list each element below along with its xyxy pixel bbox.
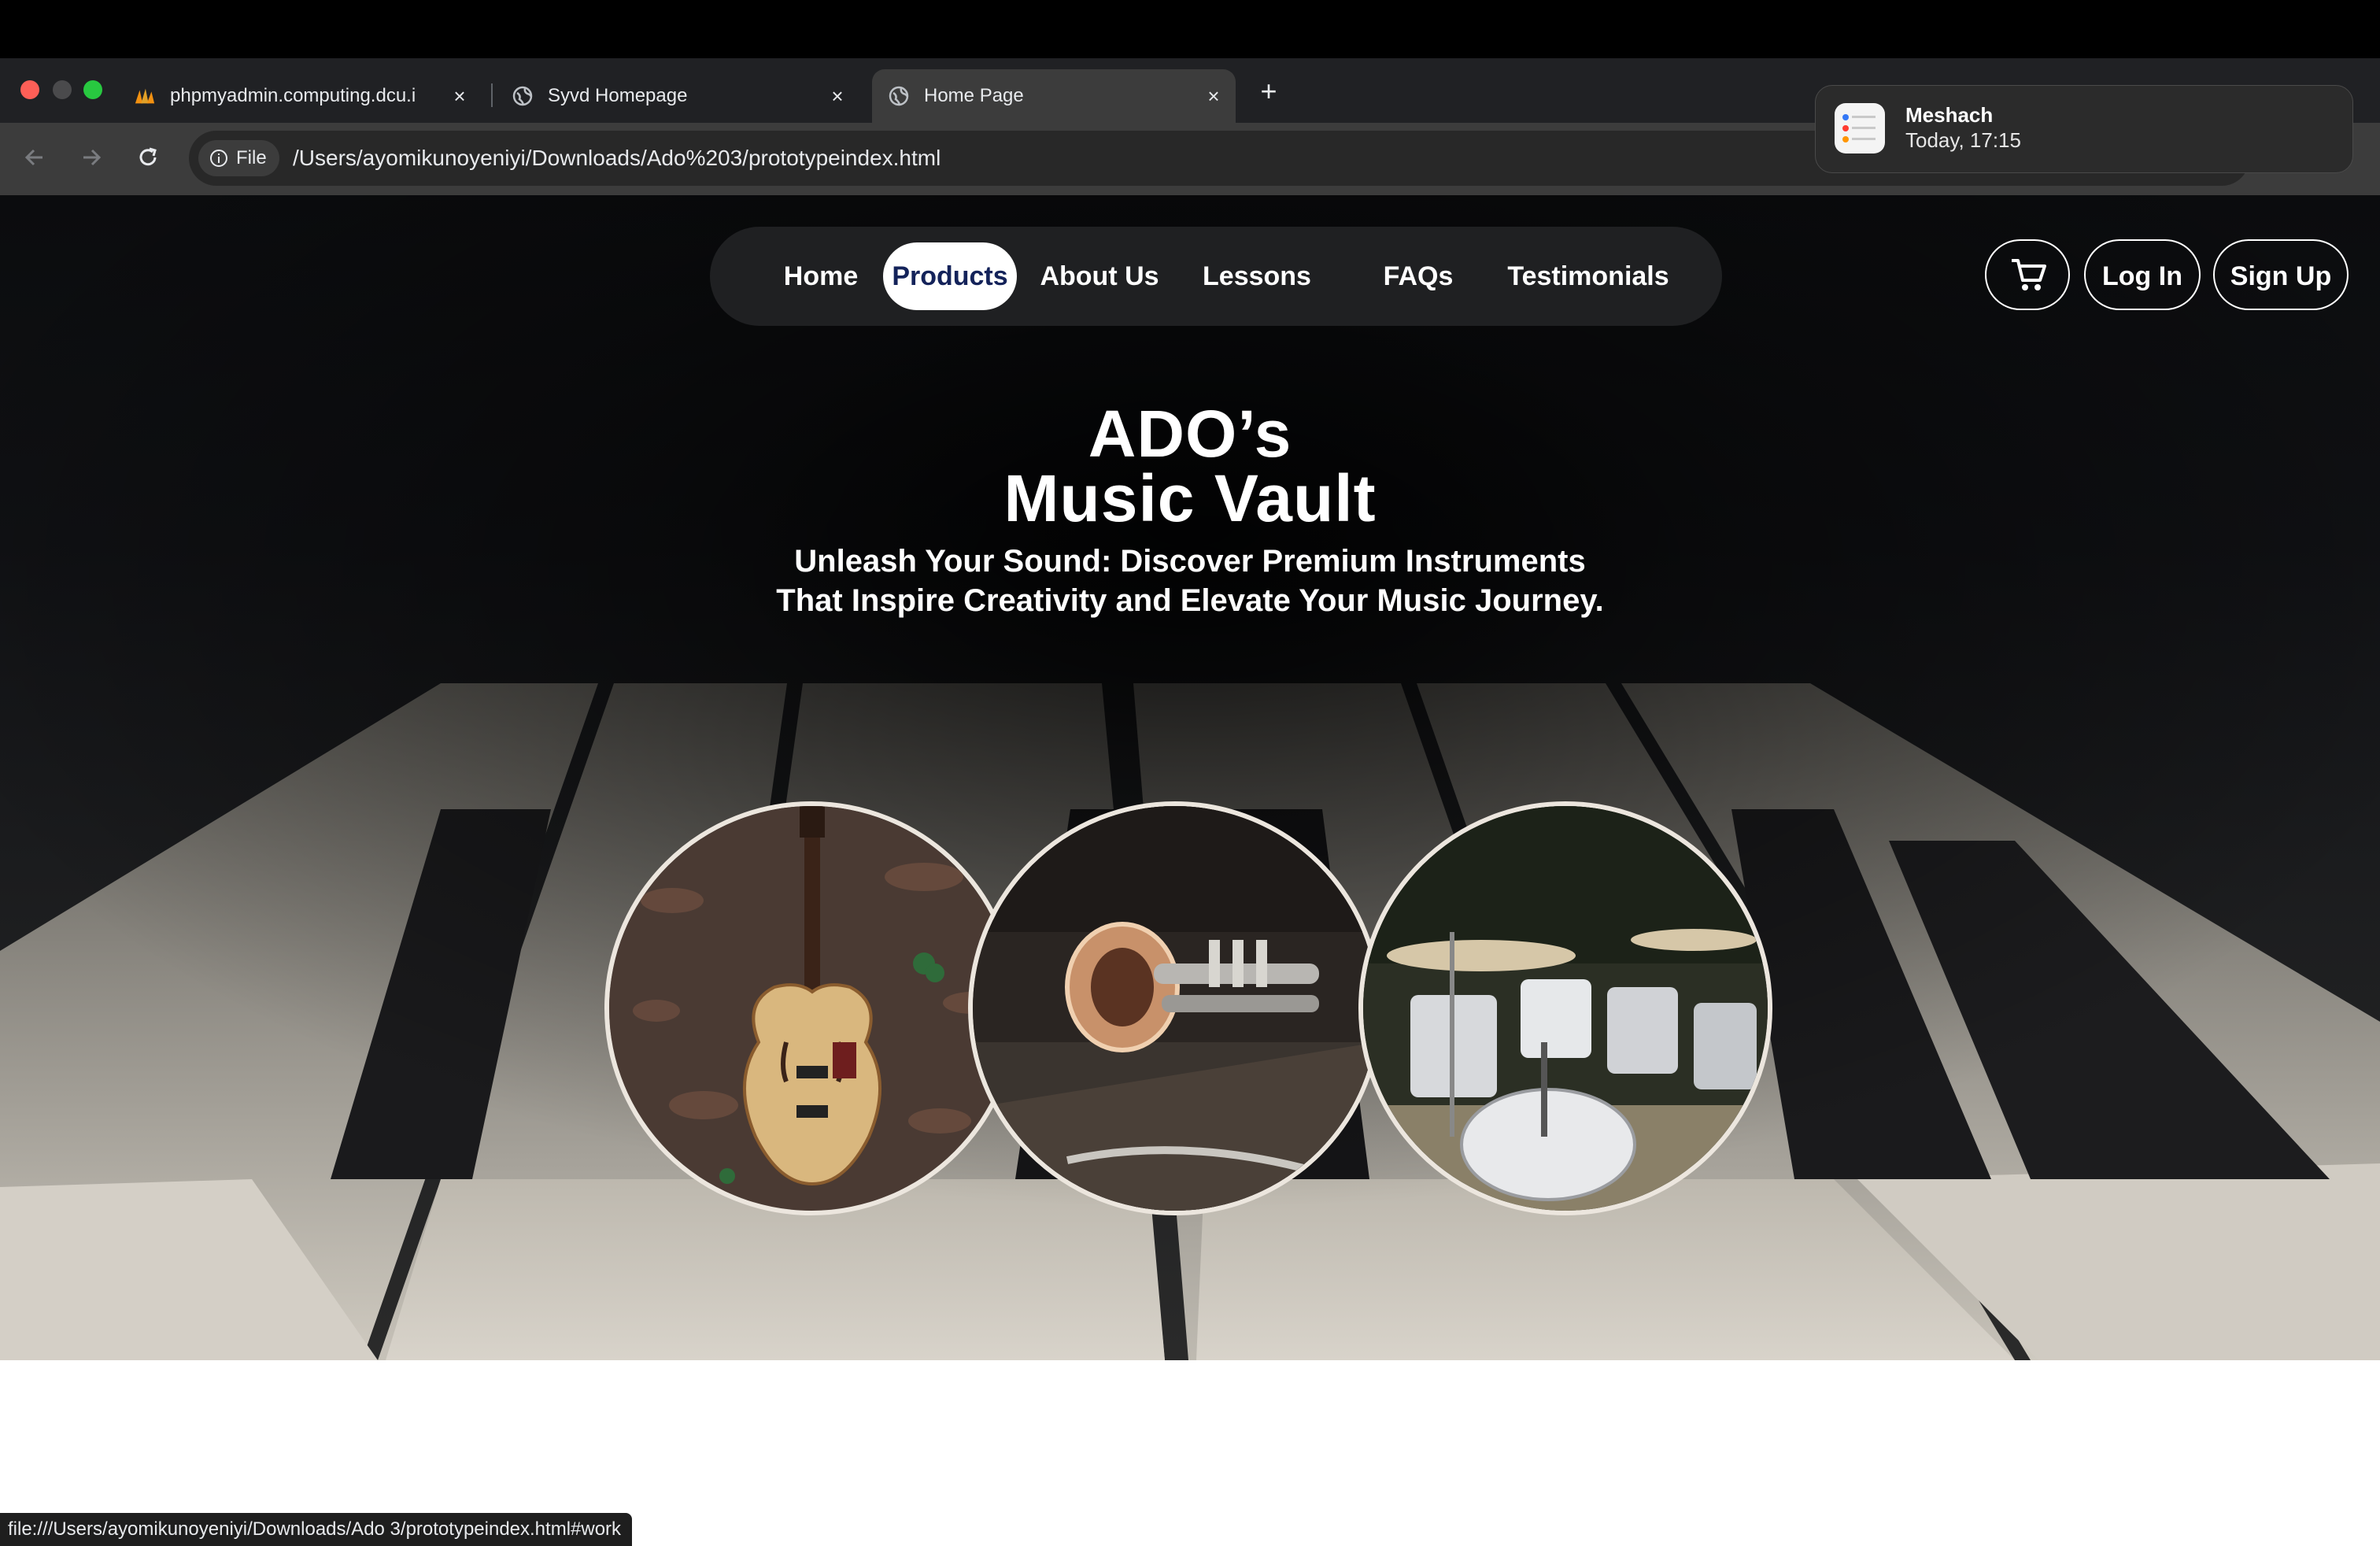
site-info-chip[interactable]: File [198,140,279,176]
forward-icon[interactable] [74,140,109,175]
status-bar-url: file:///Users/ayomikunoyeniyi/Downloads/… [0,1513,633,1546]
tab-title: Syvd Homepage [548,85,688,106]
close-tab-icon[interactable]: × [826,84,848,108]
reminder-notification[interactable]: Meshach Today, 17:15 [1815,85,2353,173]
main-nav: Home Products About Us Lessons FAQs Test… [710,227,1722,326]
hero-subtitle-line2: That Inspire Creativity and Elevate Your… [776,583,1604,618]
close-tab-icon[interactable]: × [449,84,471,108]
hero-subtitle-line1: Unleash Your Sound: Discover Premium Ins… [794,544,1586,579]
close-window-button[interactable] [20,80,39,99]
hero-subtitle: Unleash Your Sound: Discover Premium Ins… [678,542,1702,620]
reload-icon[interactable] [131,140,165,175]
guitar-image[interactable] [604,801,1018,1215]
sign-up-button[interactable]: Sign Up [2213,239,2349,310]
cart-icon [2012,259,2046,290]
hero-title-line2: Music Vault [1003,461,1377,535]
nav-products[interactable]: Products [883,242,1017,310]
nav-home[interactable]: Home [762,242,880,310]
file-label: File [236,147,267,168]
notification-time: Today, 17:15 [1905,128,2021,152]
nav-faqs[interactable]: FAQs [1379,242,1458,310]
menu-bar-strip [0,0,2380,58]
url-text[interactable]: /Users/ayomikunoyeniyi/Downloads/Ado%203… [293,131,941,186]
info-icon [210,150,227,167]
reminders-icon [1835,103,1885,153]
close-tab-icon[interactable]: × [1203,84,1225,108]
phpmyadmin-icon [134,85,156,107]
log-in-button[interactable]: Log In [2084,239,2201,310]
tab-phpmyadmin[interactable]: phpmyadmin.computing.dcu.i × [118,69,482,123]
nav-lessons[interactable]: Lessons [1190,242,1324,310]
tab-title: Home Page [924,85,1024,106]
tab-separator [491,83,493,107]
drum-kit-image[interactable] [1358,801,1772,1215]
nav-about-us[interactable]: About Us [1033,242,1166,310]
website-page: Home Products About Us Lessons FAQs Test… [0,195,2380,1360]
hero-title: ADO’s Music Vault [875,401,1505,531]
tab-syvd-homepage[interactable]: Syvd Homepage × [496,69,859,123]
zoom-window-button[interactable] [83,80,102,99]
tab-title: phpmyadmin.computing.dcu.i [170,85,416,106]
back-icon[interactable] [17,140,52,175]
globe-icon [888,85,910,107]
cart-button[interactable] [1985,239,2070,310]
hero-title-line1: ADO’s [1088,397,1292,471]
trumpet-image[interactable] [968,801,1382,1215]
globe-icon [512,85,534,107]
tab-home-page[interactable]: Home Page × [872,69,1236,123]
nav-testimonials[interactable]: Testimonials [1497,242,1680,310]
minimize-window-button[interactable] [53,80,72,99]
notification-title: Meshach [1905,103,1994,127]
new-tab-button[interactable]: + [1255,77,1283,105]
